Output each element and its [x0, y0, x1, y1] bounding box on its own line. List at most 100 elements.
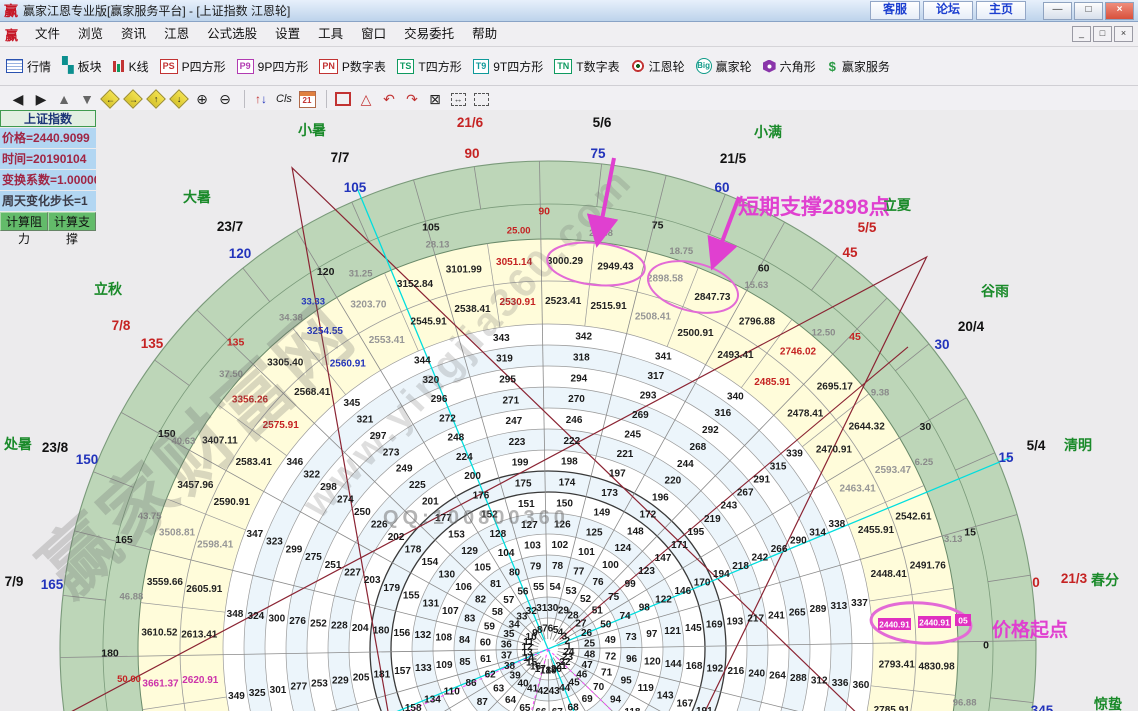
svg-text:325: 325: [249, 688, 266, 699]
svg-text:95: 95: [621, 675, 633, 686]
mdi-minimize-button[interactable]: _: [1072, 26, 1091, 42]
t-table-button[interactable]: TNT数字表: [554, 58, 619, 75]
svg-text:8: 8: [537, 625, 543, 636]
hexagon-button[interactable]: 六角形: [763, 58, 816, 75]
p-square-button[interactable]: PSP四方形: [160, 58, 226, 75]
boxed-x-icon[interactable]: ⊠: [425, 89, 445, 109]
menu-item-工具[interactable]: 工具: [309, 23, 352, 46]
svg-text:21/3: 21/3: [1061, 571, 1088, 586]
winner-service-button[interactable]: $赢家服务: [827, 58, 890, 75]
svg-text:191: 191: [696, 706, 713, 711]
diamond-up-icon[interactable]: ↑: [146, 89, 166, 109]
quotes-button[interactable]: 行情: [6, 58, 51, 75]
svg-text:222: 222: [563, 436, 580, 447]
svg-text:28: 28: [567, 611, 579, 622]
next-icon[interactable]: ▶: [31, 89, 51, 109]
winner-wheel-button[interactable]: Big赢家轮: [696, 58, 752, 75]
svg-text:3.13: 3.13: [944, 534, 963, 545]
prev-icon[interactable]: ◀: [8, 89, 28, 109]
svg-text:63: 63: [493, 684, 505, 695]
svg-text:29: 29: [558, 605, 570, 616]
svg-text:7/7: 7/7: [331, 150, 350, 165]
cls-icon[interactable]: Cls: [274, 89, 294, 109]
dashed-rect-icon[interactable]: [471, 89, 491, 109]
resize-icon[interactable]: ↔: [448, 89, 468, 109]
p-square-icon: PS: [160, 59, 178, 74]
updown-icon[interactable]: ↑↓: [251, 89, 271, 109]
diamond-right-icon[interactable]: →: [123, 89, 143, 109]
zoom-out-icon[interactable]: ⊖: [215, 89, 235, 109]
minimize-button[interactable]: —: [1043, 2, 1072, 20]
menu-item-帮助[interactable]: 帮助: [463, 23, 506, 46]
menu-item-文件[interactable]: 文件: [26, 23, 69, 46]
menu-item-设置[interactable]: 设置: [266, 23, 309, 46]
svg-text:171: 171: [671, 540, 688, 551]
calc-resistance-button[interactable]: 计算阻力: [0, 212, 48, 231]
svg-text:26: 26: [581, 628, 593, 639]
t-square-button[interactable]: TST四方形: [397, 58, 462, 75]
svg-text:37: 37: [501, 651, 513, 662]
9p-square-button[interactable]: P99P四方形: [237, 58, 309, 75]
gann-wheel-button[interactable]: 江恩轮: [631, 58, 685, 75]
svg-text:175: 175: [515, 478, 532, 489]
svg-text:170: 170: [694, 578, 711, 589]
svg-text:2515.91: 2515.91: [591, 301, 628, 312]
svg-text:200: 200: [464, 471, 481, 482]
panel-buttons: 计算阻力 计算支撑: [0, 212, 96, 231]
diamond-left-icon[interactable]: ←: [100, 89, 120, 109]
calc-support-button[interactable]: 计算支撑: [48, 212, 96, 231]
maximize-button[interactable]: □: [1074, 2, 1103, 20]
forum-button[interactable]: 论坛: [923, 1, 973, 20]
rotate-ccw-icon[interactable]: ↶: [379, 89, 399, 109]
diamond-down-icon[interactable]: ↓: [169, 89, 189, 109]
svg-text:193: 193: [727, 617, 744, 628]
svg-text:58: 58: [492, 607, 504, 618]
svg-text:271: 271: [502, 395, 519, 406]
svg-text:105: 105: [422, 221, 440, 233]
9t-square-button[interactable]: T99T四方形: [473, 58, 544, 75]
svg-text:82: 82: [475, 595, 487, 606]
svg-text:2695.17: 2695.17: [817, 382, 854, 393]
svg-text:18.75: 18.75: [669, 246, 693, 257]
triangle-tool-icon[interactable]: △: [356, 89, 376, 109]
menu-item-交易委托[interactable]: 交易委托: [395, 23, 463, 46]
svg-text:78: 78: [552, 561, 564, 572]
svg-text:246: 246: [566, 415, 583, 426]
rotate-cw-icon[interactable]: ↷: [402, 89, 422, 109]
kline-button[interactable]: K线: [113, 58, 149, 75]
menu-item-资讯[interactable]: 资讯: [112, 23, 155, 46]
service-button[interactable]: 客服: [870, 1, 920, 20]
svg-text:2793.41: 2793.41: [879, 660, 916, 671]
gann-wheel-canvas[interactable]: 1234567891011121314151617181920212223242…: [0, 110, 1138, 711]
svg-text:345: 345: [344, 398, 361, 409]
sectors-button[interactable]: ▚板块: [62, 58, 102, 75]
menu-item-窗口[interactable]: 窗口: [352, 23, 395, 46]
menu-item-公式选股[interactable]: 公式选股: [198, 23, 266, 46]
rect-tool-icon[interactable]: [333, 89, 353, 109]
home-button[interactable]: 主页: [976, 1, 1026, 20]
p-table-button[interactable]: PNP数字表: [319, 58, 386, 75]
svg-text:108: 108: [435, 633, 452, 644]
t-square-icon: TS: [397, 59, 415, 74]
svg-text:101: 101: [578, 547, 595, 558]
peak-up-icon[interactable]: ▲: [54, 89, 74, 109]
gann-wheel-chart[interactable]: 1234567891011121314151617181920212223242…: [0, 110, 1138, 711]
svg-text:2493.41: 2493.41: [717, 350, 754, 361]
peak-down-icon[interactable]: ▼: [77, 89, 97, 109]
svg-text:71: 71: [601, 668, 613, 679]
svg-text:173: 173: [601, 488, 618, 499]
close-button[interactable]: ×: [1105, 2, 1134, 20]
svg-text:69: 69: [582, 694, 594, 705]
zoom-in-icon[interactable]: ⊕: [192, 89, 212, 109]
svg-text:60: 60: [480, 637, 492, 648]
menu-item-浏览[interactable]: 浏览: [69, 23, 112, 46]
menu-item-江恩[interactable]: 江恩: [155, 23, 198, 46]
svg-text:2491.76: 2491.76: [910, 560, 947, 571]
mdi-close-button[interactable]: ×: [1114, 26, 1133, 42]
mdi-restore-button[interactable]: □: [1093, 26, 1112, 42]
svg-text:125: 125: [586, 527, 603, 538]
svg-text:72: 72: [605, 652, 617, 663]
svg-text:121: 121: [664, 626, 681, 637]
svg-text:2500.91: 2500.91: [677, 328, 714, 339]
calendar-icon[interactable]: 21: [297, 89, 317, 109]
